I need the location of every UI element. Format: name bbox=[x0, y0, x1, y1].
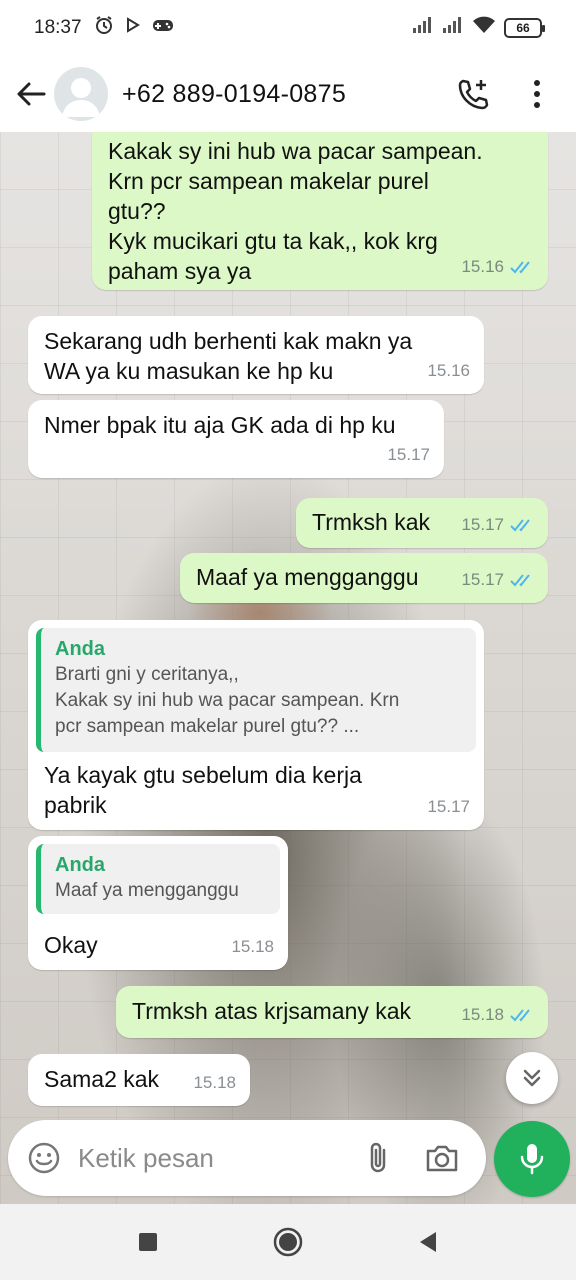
wifi-icon bbox=[472, 16, 496, 40]
quote-text: Brarti gni y ceritanya,, Kakak sy ini hu… bbox=[55, 664, 400, 737]
play-icon bbox=[126, 17, 140, 39]
status-time: 18:37 bbox=[34, 17, 82, 38]
home-icon[interactable] bbox=[263, 1217, 313, 1267]
message-meta: 15.16 bbox=[461, 252, 534, 282]
message-text: Nmer bpak itu aja GK ada di hp ku bbox=[44, 412, 396, 438]
read-ticks-icon bbox=[510, 518, 534, 532]
alarm-icon bbox=[94, 15, 114, 41]
message-time: 15.17 bbox=[427, 797, 470, 816]
message-meta: 15.18 bbox=[461, 1000, 534, 1030]
message-time: 15.18 bbox=[193, 1073, 236, 1092]
message-bubble-outgoing[interactable]: Trmksh kak 15.17 bbox=[296, 498, 548, 548]
chat-area[interactable]: Kakak sy ini hub wa pacar sampean. Krn p… bbox=[0, 132, 576, 1204]
message-time: 15.17 bbox=[387, 445, 430, 464]
status-right: 66 bbox=[412, 16, 545, 40]
add-call-icon[interactable] bbox=[450, 71, 496, 117]
emoji-icon[interactable] bbox=[14, 1128, 74, 1188]
signal-icon-2 bbox=[442, 16, 464, 40]
contact-name[interactable]: +62 889-0194-0875 bbox=[122, 80, 346, 109]
back-icon[interactable] bbox=[403, 1217, 453, 1267]
quote-author: Anda bbox=[55, 854, 105, 876]
message-bubble-outgoing[interactable]: Kakak sy ini hub wa pacar sampean. Krn p… bbox=[92, 132, 548, 290]
recents-icon[interactable] bbox=[123, 1217, 173, 1267]
mic-icon bbox=[520, 1144, 544, 1175]
message-input[interactable] bbox=[78, 1142, 348, 1174]
message-meta: 15.17 bbox=[461, 565, 534, 595]
message-time: 15.18 bbox=[231, 937, 274, 956]
message-time: 15.16 bbox=[461, 257, 504, 276]
message-time: 15.17 bbox=[461, 570, 504, 589]
message-time: 15.16 bbox=[427, 361, 470, 380]
status-bar: 18:37 66 bbox=[0, 0, 576, 56]
avatar-icon bbox=[62, 78, 100, 117]
signal-icon bbox=[412, 16, 434, 40]
message-text: Ya kayak gtu sebelum dia kerja pabrik bbox=[44, 762, 362, 818]
read-ticks-icon bbox=[510, 260, 534, 274]
avatar[interactable] bbox=[54, 67, 108, 121]
message-bubble-outgoing[interactable]: Trmksh atas krjsamany kak 15.18 bbox=[116, 986, 548, 1038]
read-ticks-icon bbox=[510, 573, 534, 587]
mic-button[interactable] bbox=[494, 1121, 570, 1197]
message-bubble-incoming[interactable]: Nmer bpak itu aja GK ada di hp ku 15.17 bbox=[28, 400, 444, 478]
message-text: Okay bbox=[44, 932, 98, 958]
more-vert-icon[interactable] bbox=[514, 71, 560, 117]
message-text: Sekarang udh berhenti kak makn ya WA ya … bbox=[44, 328, 413, 384]
quote-author: Anda bbox=[55, 638, 105, 660]
message-meta: 15.18 bbox=[231, 932, 274, 962]
read-ticks-icon bbox=[510, 1008, 534, 1022]
message-meta: 15.17 bbox=[461, 510, 534, 540]
message-time: 15.17 bbox=[461, 515, 504, 534]
message-meta: 15.17 bbox=[427, 792, 470, 822]
back-arrow-icon[interactable] bbox=[4, 67, 58, 121]
status-left: 18:37 bbox=[34, 15, 174, 41]
message-bubble-incoming-reply[interactable]: Anda Brarti gni y ceritanya,, Kakak sy i… bbox=[28, 620, 484, 830]
message-bubble-outgoing[interactable]: Maaf ya mengganggu 15.17 bbox=[180, 553, 548, 603]
camera-icon[interactable] bbox=[418, 1134, 466, 1182]
message-bubble-incoming[interactable]: Sama2 kak 15.18 bbox=[28, 1054, 250, 1106]
message-composer bbox=[8, 1120, 486, 1196]
battery-icon: 66 bbox=[504, 18, 545, 38]
scroll-down-icon bbox=[523, 1069, 541, 1087]
scroll-down-button[interactable] bbox=[506, 1052, 558, 1104]
message-meta: 15.17 bbox=[387, 440, 430, 470]
system-nav-bar bbox=[0, 1204, 576, 1280]
message-bubble-incoming-reply[interactable]: Anda Maaf ya mengganggu Okay 15.18 bbox=[28, 836, 288, 970]
message-time: 15.18 bbox=[461, 1005, 504, 1024]
message-meta: 15.16 bbox=[427, 356, 470, 386]
quote-text: Maaf ya mengganggu bbox=[55, 880, 239, 901]
message-bubble-incoming[interactable]: Sekarang udh berhenti kak makn ya WA ya … bbox=[28, 316, 484, 394]
chat-header: +62 889-0194-0875 bbox=[0, 56, 576, 132]
gamepad-icon bbox=[152, 17, 174, 39]
quoted-message[interactable]: Anda Maaf ya mengganggu bbox=[36, 844, 280, 914]
message-meta: 15.18 bbox=[193, 1068, 236, 1098]
quoted-message[interactable]: Anda Brarti gni y ceritanya,, Kakak sy i… bbox=[36, 628, 476, 752]
header-actions bbox=[450, 71, 576, 117]
attach-icon[interactable] bbox=[354, 1134, 402, 1182]
